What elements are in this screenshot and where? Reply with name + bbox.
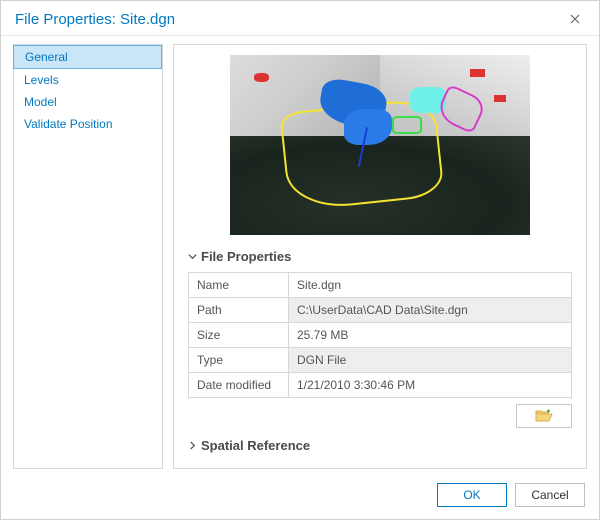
ok-button[interactable]: OK [437, 483, 507, 507]
section-file-properties: File Properties Name Site.dgn Path C:\Us… [188, 245, 572, 428]
dialog-body: General Levels Model Validate Position F… [1, 36, 599, 473]
sidebar-item-label: Model [24, 95, 57, 109]
section-toggle-world-file[interactable]: World File Transformation [188, 463, 572, 469]
open-folder-button[interactable] [516, 404, 572, 428]
sidebar-item-levels[interactable]: Levels [14, 69, 162, 91]
folder-open-icon [535, 409, 553, 423]
dialog-footer: OK Cancel [1, 473, 599, 519]
table-row: Type DGN File [189, 348, 572, 373]
table-row: Date modified 1/21/2010 3:30:46 PM [189, 373, 572, 398]
section-title: File Properties [201, 249, 291, 264]
button-label: OK [463, 488, 480, 502]
titlebar: File Properties: Site.dgn [1, 1, 599, 36]
cancel-button[interactable]: Cancel [515, 483, 585, 507]
prop-key: Path [189, 298, 289, 323]
prop-val: 25.79 MB [289, 323, 572, 348]
table-row: Path C:\UserData\CAD Data\Site.dgn [189, 298, 572, 323]
dialog-title: File Properties: Site.dgn [15, 11, 175, 28]
file-properties-dialog: File Properties: Site.dgn General Levels… [0, 0, 600, 520]
section-world-file-transformation: World File Transformation [188, 463, 572, 469]
sidebar: General Levels Model Validate Position [13, 44, 163, 469]
prop-val: DGN File [289, 348, 572, 373]
section-spatial-reference: Spatial Reference [188, 434, 572, 457]
file-properties-table: Name Site.dgn Path C:\UserData\CAD Data\… [188, 272, 572, 398]
sidebar-item-label: Levels [24, 73, 59, 87]
prop-val: 1/21/2010 3:30:46 PM [289, 373, 572, 398]
main-panel: File Properties Name Site.dgn Path C:\Us… [173, 44, 587, 469]
section-toggle-spatial-reference[interactable]: Spatial Reference [188, 434, 572, 457]
button-label: Cancel [531, 488, 568, 502]
prop-key: Type [189, 348, 289, 373]
open-folder-row [188, 404, 572, 428]
prop-key: Date modified [189, 373, 289, 398]
chevron-right-icon [188, 441, 197, 450]
chevron-down-icon [188, 252, 197, 261]
file-thumbnail [230, 55, 530, 235]
prop-val: C:\UserData\CAD Data\Site.dgn [289, 298, 572, 323]
section-title: World File Transformation [201, 467, 362, 469]
sidebar-item-label: Validate Position [24, 117, 113, 131]
section-title: Spatial Reference [201, 438, 310, 453]
sidebar-item-label: General [25, 50, 68, 64]
sidebar-item-general[interactable]: General [13, 45, 162, 69]
prop-key: Size [189, 323, 289, 348]
prop-val: Site.dgn [289, 273, 572, 298]
close-button[interactable] [561, 7, 589, 31]
table-row: Size 25.79 MB [189, 323, 572, 348]
sidebar-item-model[interactable]: Model [14, 91, 162, 113]
section-toggle-file-properties[interactable]: File Properties [188, 245, 572, 268]
close-icon [570, 14, 580, 24]
sidebar-item-validate-position[interactable]: Validate Position [14, 113, 162, 135]
prop-key: Name [189, 273, 289, 298]
table-row: Name Site.dgn [189, 273, 572, 298]
